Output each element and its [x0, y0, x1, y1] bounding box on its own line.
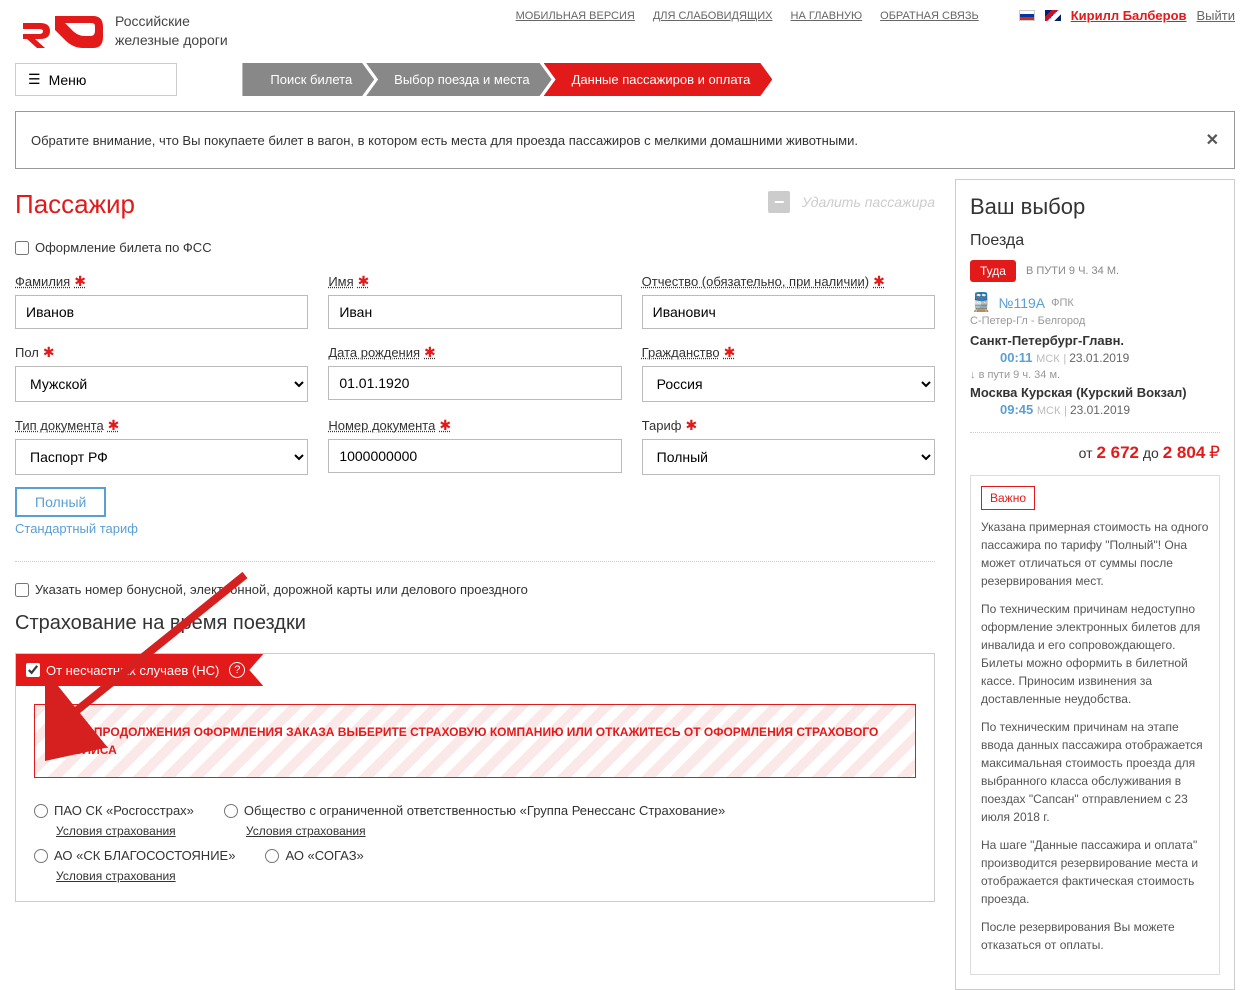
- bonus-checkbox[interactable]: [15, 583, 29, 597]
- important-tag: Важно: [981, 486, 1035, 510]
- breadcrumb-train[interactable]: Выбор поезда и места: [366, 63, 551, 96]
- sex-select[interactable]: Мужской: [15, 366, 308, 402]
- important-p3: По техническим причинам на этапе ввода д…: [981, 718, 1209, 826]
- fss-checkbox[interactable]: [15, 241, 29, 255]
- delete-passenger: − Удалить пассажира: [768, 191, 935, 213]
- insurance-checkbox[interactable]: [26, 663, 40, 677]
- bonus-label: Указать номер бонусной, электронной, дор…: [35, 582, 528, 597]
- arr-time: 09:45: [1000, 402, 1033, 417]
- logout-link[interactable]: Выйти: [1197, 8, 1236, 23]
- in-transit: ↓ в пути 9 ч. 34 м.: [970, 369, 1220, 381]
- dob-input[interactable]: [328, 366, 621, 400]
- tariff-std-link[interactable]: Стандартный тариф: [15, 521, 138, 536]
- rzd-logo-icon: [15, 8, 105, 53]
- important-p4: На шаге "Данные пассажира и оплата" прои…: [981, 836, 1209, 908]
- nav-mobile[interactable]: МОБИЛЬНАЯ ВЕРСИЯ: [516, 10, 635, 22]
- dep-time: 00:11: [1000, 350, 1033, 365]
- train-icon: 🚆: [970, 292, 992, 313]
- docnum-input[interactable]: [328, 439, 621, 473]
- dob-label: Дата рождения✱: [328, 344, 621, 361]
- name-input[interactable]: [328, 295, 621, 329]
- insurance-title: Страхование на время поездки: [15, 612, 935, 635]
- direction-badge: Туда: [970, 260, 1016, 282]
- docnum-label: Номер документа✱: [328, 417, 621, 434]
- dep-date: 23.01.2019: [1069, 351, 1129, 365]
- site-name-1: Российские: [115, 12, 228, 30]
- nav-feedback[interactable]: ОБРАТНАЯ СВЯЗЬ: [880, 10, 979, 22]
- surname-input[interactable]: [15, 295, 308, 329]
- important-p5: После резервирования Вы можете отказатьс…: [981, 918, 1209, 954]
- breadcrumb-search[interactable]: Поиск билета: [242, 63, 374, 96]
- ins-sogaz-radio[interactable]: [265, 849, 279, 863]
- sex-label: Пол✱: [15, 344, 308, 361]
- tariff-pill[interactable]: Полный: [15, 487, 106, 517]
- minus-icon: −: [768, 191, 790, 213]
- citizenship-select[interactable]: Россия: [642, 366, 935, 402]
- ins-rosgosstrakh-radio[interactable]: [34, 804, 48, 818]
- sidebar-title: Ваш выбор: [970, 194, 1220, 220]
- tariff-label: Тариф✱: [642, 417, 935, 434]
- close-icon[interactable]: ✕: [1206, 130, 1219, 150]
- ins-terms-3[interactable]: Условия страхования: [56, 869, 235, 883]
- important-p1: Указана примерная стоимость на одного па…: [981, 518, 1209, 590]
- travel-time: В ПУТИ 9 Ч. 34 М.: [1026, 265, 1119, 277]
- ins-terms-2[interactable]: Условия страхования: [246, 824, 725, 838]
- patronymic-input[interactable]: [642, 295, 935, 329]
- ins-renaissance-radio[interactable]: [224, 804, 238, 818]
- train-number[interactable]: №119А: [998, 295, 1045, 311]
- citizenship-label: Гражданство✱: [642, 344, 935, 361]
- ins-blago-radio[interactable]: [34, 849, 48, 863]
- insurance-ribbon: От несчастных случаев (НС) ?: [16, 654, 263, 686]
- route-short: С-Петер-Гл - Белгород: [970, 315, 1220, 327]
- nav-blind[interactable]: ДЛЯ СЛАБОВИДЯЩИХ: [653, 10, 773, 22]
- arr-station: Москва Курская (Курский Вокзал): [970, 385, 1220, 400]
- help-icon[interactable]: ?: [229, 662, 245, 678]
- user-link[interactable]: Кирилл Балберов: [1071, 8, 1187, 23]
- nav-home[interactable]: НА ГЛАВНУЮ: [791, 10, 863, 22]
- patronymic-label: Отчество (обязательно, при наличии)✱: [642, 273, 935, 290]
- site-name-2: железные дороги: [115, 31, 228, 49]
- carrier: ФПК: [1051, 297, 1074, 309]
- surname-label: Фамилия✱: [15, 273, 308, 290]
- arr-date: 23.01.2019: [1070, 403, 1130, 417]
- doctype-label: Тип документа✱: [15, 417, 308, 434]
- breadcrumb-payment: Данные пассажиров и оплата: [544, 63, 773, 96]
- ins-terms-1[interactable]: Условия страхования: [56, 824, 194, 838]
- flag-en-icon[interactable]: [1045, 10, 1061, 21]
- insurance-warning: ДЛЯ ПРОДОЛЖЕНИЯ ОФОРМЛЕНИЯ ЗАКАЗА ВЫБЕРИ…: [34, 704, 916, 778]
- doctype-select[interactable]: Паспорт РФ: [15, 439, 308, 475]
- menu-button[interactable]: Меню: [15, 63, 177, 96]
- flag-ru-icon[interactable]: [1019, 10, 1035, 21]
- dep-station: Санкт-Петербург-Главн.: [970, 333, 1220, 348]
- fss-label: Оформление билета по ФСС: [35, 240, 212, 255]
- tariff-select[interactable]: Полный: [642, 439, 935, 475]
- name-label: Имя✱: [328, 273, 621, 290]
- notice-text: Обратите внимание, что Вы покупаете биле…: [31, 133, 858, 148]
- price-range: от 2 672 до 2 804 ₽: [970, 432, 1220, 463]
- passenger-title: Пассажир: [15, 189, 135, 220]
- sidebar-trains: Поезда: [970, 232, 1220, 250]
- important-p2: По техническим причинам недоступно оформ…: [981, 600, 1209, 708]
